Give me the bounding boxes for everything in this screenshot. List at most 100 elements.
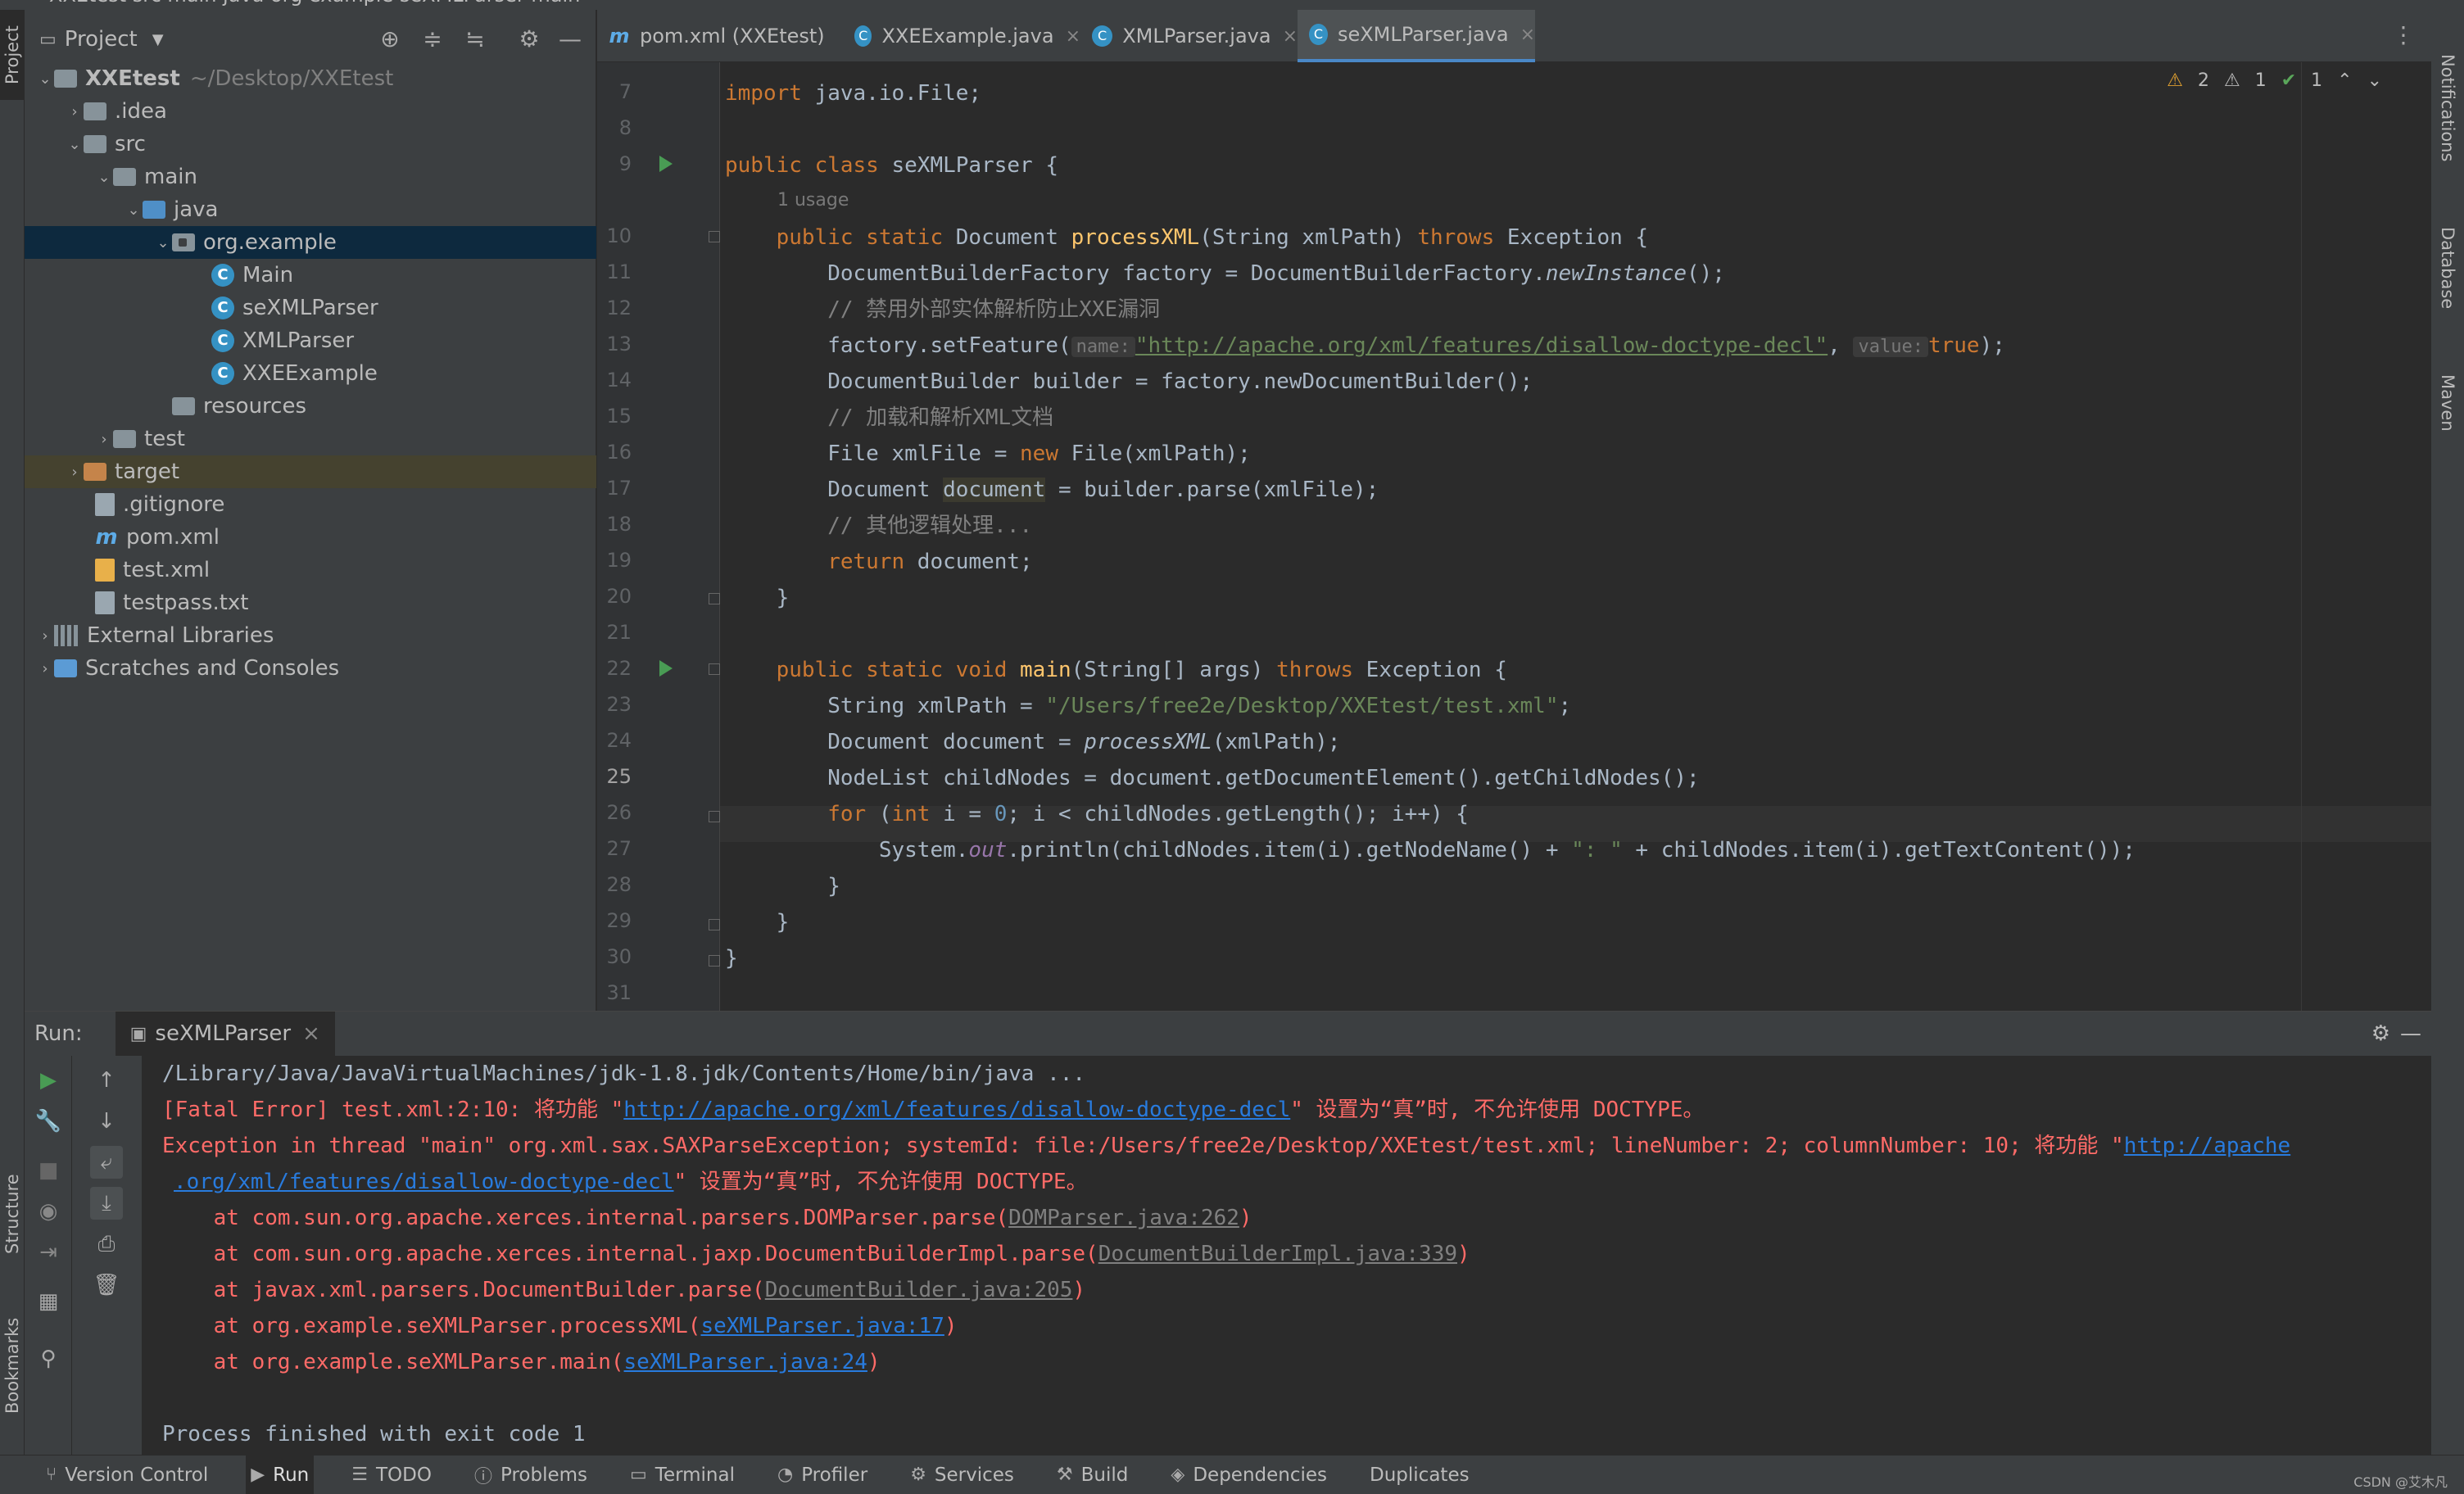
gear-icon[interactable]: ⚙ — [2371, 1021, 2390, 1046]
tab-pom-xml[interactable]: m pom.xml (XXEtest) — [597, 10, 843, 62]
fold-icon[interactable] — [709, 811, 720, 822]
maven-tool-tab[interactable]: Maven — [2431, 354, 2464, 452]
stack-link[interactable]: DocumentBuilderImpl.java:339 — [1098, 1242, 1457, 1266]
tree-item-main[interactable]: ⌄ main — [25, 161, 596, 193]
stack-link[interactable]: DOMParser.java:262 — [1008, 1206, 1239, 1230]
chevron-down-icon[interactable]: ⌄ — [125, 201, 143, 219]
notifications-tool-tab[interactable]: Notifications — [2431, 34, 2464, 182]
more-icon[interactable]: ⋮ — [2392, 21, 2415, 48]
minimize-icon[interactable]: — — [557, 26, 583, 52]
tool-duplicates[interactable]: Duplicates — [1365, 1456, 1474, 1494]
tab-sexmlparser[interactable]: CseXMLParser.java × — [1298, 10, 1535, 62]
inspection-widget[interactable]: ⚠ 2 ⚠ 1 ✔ 1 ⌃ ⌄ — [2167, 70, 2382, 91]
layout-icon[interactable]: ▦ — [32, 1285, 65, 1318]
chevron-down-icon[interactable]: ▼ — [152, 31, 164, 48]
chevron-down-icon[interactable]: ⌄ — [154, 234, 172, 251]
tree-item-xxeexample[interactable]: C XXEExample — [25, 357, 596, 390]
chevron-right-icon[interactable]: › — [95, 431, 113, 448]
minimize-icon[interactable]: — — [2400, 1021, 2421, 1046]
tool-dependencies[interactable]: ◈ Dependencies — [1166, 1456, 1332, 1494]
tool-terminal[interactable]: ▭ Terminal — [625, 1456, 740, 1494]
tree-item-java[interactable]: ⌄ java — [25, 193, 596, 226]
close-icon[interactable]: × — [302, 1021, 320, 1046]
run-gutter-icon[interactable] — [659, 156, 673, 172]
chevron-right-icon[interactable]: › — [36, 660, 54, 677]
close-icon[interactable]: × — [1066, 26, 1080, 47]
usage-hint[interactable]: 1 usage — [777, 190, 849, 211]
tree-item-src[interactable]: ⌄ src — [25, 128, 596, 161]
chevron-right-icon[interactable]: › — [36, 627, 54, 645]
wrench-icon[interactable]: 🔧 — [32, 1105, 65, 1138]
console-link[interactable]: http://apache.org/xml/features/disallow-… — [623, 1098, 1290, 1122]
chevron-down-icon[interactable]: ⌄ — [95, 169, 113, 186]
print-icon[interactable]: ⎙ — [90, 1228, 123, 1261]
tree-item-test-xml[interactable]: test.xml — [25, 554, 596, 586]
tool-todo[interactable]: ☰ TODO — [346, 1456, 437, 1494]
fold-icon[interactable] — [709, 663, 720, 675]
tree-item-sexmlparser[interactable]: CseXMLParser — [25, 292, 596, 324]
rerun-icon[interactable]: ▶ — [32, 1064, 65, 1097]
tab-xmlparser[interactable]: C XMLParser.java × — [1080, 10, 1298, 62]
tree-item-testpass[interactable]: testpass.txt — [25, 586, 596, 619]
stack-link[interactable]: seXMLParser.java:17 — [700, 1314, 944, 1338]
chevron-down-icon[interactable]: ⌄ — [66, 136, 84, 153]
close-icon[interactable]: × — [1283, 26, 1298, 47]
chevron-down-icon[interactable]: ⌄ — [36, 70, 54, 88]
chevron-right-icon[interactable]: › — [66, 464, 84, 481]
structure-tool-tab[interactable]: Structure — [0, 1157, 25, 1271]
fold-icon[interactable] — [709, 593, 720, 604]
tree-item-idea[interactable]: › .idea — [25, 95, 596, 128]
tree-item-resources[interactable]: resources — [25, 390, 596, 423]
arrow-up-icon[interactable]: ↑ — [90, 1064, 123, 1097]
run-gutter-icon[interactable] — [659, 660, 673, 677]
tree-item-gitignore[interactable]: .gitignore — [25, 488, 596, 521]
code-editor[interactable]: ⚠ 2 ⚠ 1 ✔ 1 ⌃ ⌄ 7 8 9 10 11 12 13 14 15 16 1… — [597, 62, 2431, 1011]
tool-profiler[interactable]: ◔ Profiler — [772, 1456, 872, 1494]
tree-item-pom[interactable]: m pom.xml — [25, 521, 596, 554]
console-link[interactable]: http://apache — [2124, 1134, 2291, 1158]
chevron-right-icon[interactable]: › — [66, 103, 84, 120]
trash-icon[interactable]: 🗑 — [90, 1269, 123, 1302]
tree-item-main-class[interactable]: C Main — [25, 259, 596, 292]
tool-services[interactable]: ⚙ Services — [905, 1456, 1019, 1494]
gear-icon[interactable]: ⚙ — [516, 26, 542, 52]
chevron-up-icon[interactable]: ⌃ — [2337, 70, 2352, 91]
project-panel-title[interactable]: Project — [65, 27, 138, 52]
stack-link[interactable]: DocumentBuilder.java:205 — [765, 1278, 1073, 1302]
fold-icon[interactable] — [709, 919, 720, 930]
console-output[interactable]: /Library/Java/JavaVirtualMachines/jdk-1.… — [156, 1056, 2425, 1456]
tree-item-xmlparser[interactable]: C XMLParser — [25, 324, 596, 357]
camera-icon[interactable]: ◉ — [32, 1195, 65, 1228]
stack-link[interactable]: seXMLParser.java:24 — [624, 1350, 867, 1374]
close-icon[interactable]: × — [1520, 25, 1535, 45]
scroll-to-end-icon[interactable]: ⤓ — [90, 1187, 123, 1220]
fold-icon[interactable] — [709, 231, 720, 242]
tree-item-target[interactable]: › target — [25, 455, 596, 488]
collapse-all-icon[interactable]: ≒ — [462, 26, 488, 52]
tree-item-org-example[interactable]: ⌄ org.example — [25, 226, 596, 259]
code-line-24: Document document = processXML(xmlPath); — [725, 730, 1341, 754]
expand-all-icon[interactable]: ≑ — [419, 26, 446, 52]
database-tool-tab[interactable]: Database — [2431, 206, 2464, 329]
soft-wrap-icon[interactable]: ⤶ — [90, 1146, 123, 1179]
tree-item-project-root[interactable]: ⌄ XXEtest ~/Desktop/XXEtest — [25, 62, 596, 95]
tree-item-scratches[interactable]: › Scratches and Consoles — [25, 652, 596, 685]
tool-problems[interactable]: ⓘ Problems — [469, 1456, 592, 1494]
tree-item-external-libraries[interactable]: › External Libraries — [25, 619, 596, 652]
pin-icon[interactable]: ⚲ — [32, 1342, 65, 1375]
run-tab-sexmlparser[interactable]: ▣ seXMLParser × — [115, 1012, 335, 1056]
tool-run[interactable]: ▶ Run — [246, 1455, 315, 1494]
project-tool-tab[interactable]: Project — [0, 10, 25, 100]
fold-icon[interactable] — [709, 955, 720, 967]
tab-xxeexample[interactable]: C XXEExample.java × — [843, 10, 1080, 62]
chevron-down-icon[interactable]: ⌄ — [2367, 70, 2382, 91]
locate-icon[interactable]: ⊕ — [377, 26, 403, 52]
stop-icon[interactable]: ■ — [32, 1154, 65, 1187]
bookmarks-tool-tab[interactable]: Bookmarks — [0, 1304, 25, 1427]
arrow-down-icon[interactable]: ↓ — [90, 1105, 123, 1138]
tool-version-control[interactable]: ⑂ Version Control — [41, 1456, 213, 1494]
tree-item-test[interactable]: › test — [25, 423, 596, 455]
console-link[interactable]: .org/xml/features/disallow-doctype-decl — [174, 1170, 673, 1194]
login-icon[interactable]: ⇥ — [32, 1236, 65, 1269]
tool-build[interactable]: ⚒ Build — [1052, 1456, 1133, 1494]
